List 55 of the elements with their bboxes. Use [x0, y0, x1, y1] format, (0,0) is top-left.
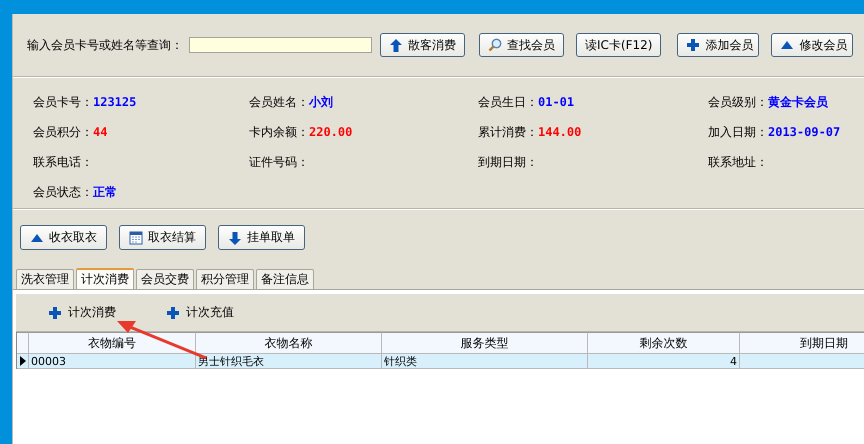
tab[interactable]: 积分管理	[196, 269, 254, 289]
table-cell: 4	[588, 354, 740, 369]
column-header[interactable]: 衣物编号	[29, 332, 196, 354]
field-value: 小刘	[309, 94, 333, 110]
field-value: 123125	[93, 95, 136, 109]
plus-icon	[686, 38, 700, 52]
action-button[interactable]: 取衣结算	[119, 225, 206, 250]
field-value: 144.00	[538, 125, 582, 139]
field-value: 44	[93, 125, 108, 139]
field-label: 会员生日：	[478, 94, 538, 110]
field-value: 2013-09-07	[768, 125, 840, 139]
row-pointer-icon	[20, 356, 26, 366]
field-label: 会员状态：	[33, 184, 93, 200]
tab[interactable]: 计次消费	[76, 268, 134, 289]
field-label: 累计消费：	[478, 124, 538, 140]
tab[interactable]: 洗衣管理	[16, 269, 74, 289]
field-value: 220.00	[309, 125, 352, 139]
arrow-up-icon	[389, 38, 403, 52]
calendar-icon	[129, 230, 143, 244]
action-button[interactable]: 挂单取单	[218, 225, 305, 250]
search-icon	[488, 38, 502, 52]
toolbar-button[interactable]: 修改会员	[771, 33, 854, 57]
plus-icon	[48, 306, 62, 320]
column-header[interactable]: 衣物名称	[196, 332, 382, 354]
field-value: 黄金卡会员	[768, 94, 828, 110]
toolbar-button[interactable]: 添加会员	[677, 33, 760, 57]
field-label: 会员级别：	[708, 94, 768, 110]
toolbar-button[interactable]: 读IC卡(F12)	[576, 33, 662, 57]
field-label: 加入日期：	[708, 124, 768, 140]
field-value: 正常	[93, 184, 117, 200]
field-label: 会员姓名：	[249, 94, 309, 110]
table-cell: 针织类	[382, 354, 588, 369]
toolbar-button[interactable]: 计次消费	[48, 304, 116, 321]
field-label: 证件号码：	[249, 154, 309, 170]
plus-icon	[166, 306, 180, 320]
search-label: 输入会员卡号或姓名等查询：	[27, 36, 183, 54]
field-value: 01-01	[538, 95, 574, 109]
field-label: 联系电话：	[33, 154, 93, 170]
column-header[interactable]: 到期日期	[740, 332, 864, 354]
toolbar-button[interactable]: 散客消费	[380, 33, 465, 57]
toolbar-button[interactable]: 查找会员	[479, 33, 564, 57]
toolbar-button[interactable]: 计次充值	[166, 304, 234, 321]
tab[interactable]: 备注信息	[256, 269, 314, 289]
table-cell: 00003	[29, 354, 196, 369]
field-label: 会员积分：	[33, 124, 93, 140]
field-label: 联系地址：	[708, 154, 768, 170]
column-header[interactable]: 剩余次数	[588, 332, 740, 354]
action-button[interactable]: 收衣取衣	[20, 225, 107, 250]
field-label: 到期日期：	[478, 154, 538, 170]
field-label: 卡内余额：	[249, 124, 309, 140]
search-field[interactable]	[189, 37, 372, 53]
tab[interactable]: 会员交费	[136, 269, 194, 289]
field-label: 会员卡号：	[33, 94, 93, 110]
arrow-down-icon	[228, 230, 242, 244]
column-header[interactable]: 服务类型	[382, 332, 588, 354]
